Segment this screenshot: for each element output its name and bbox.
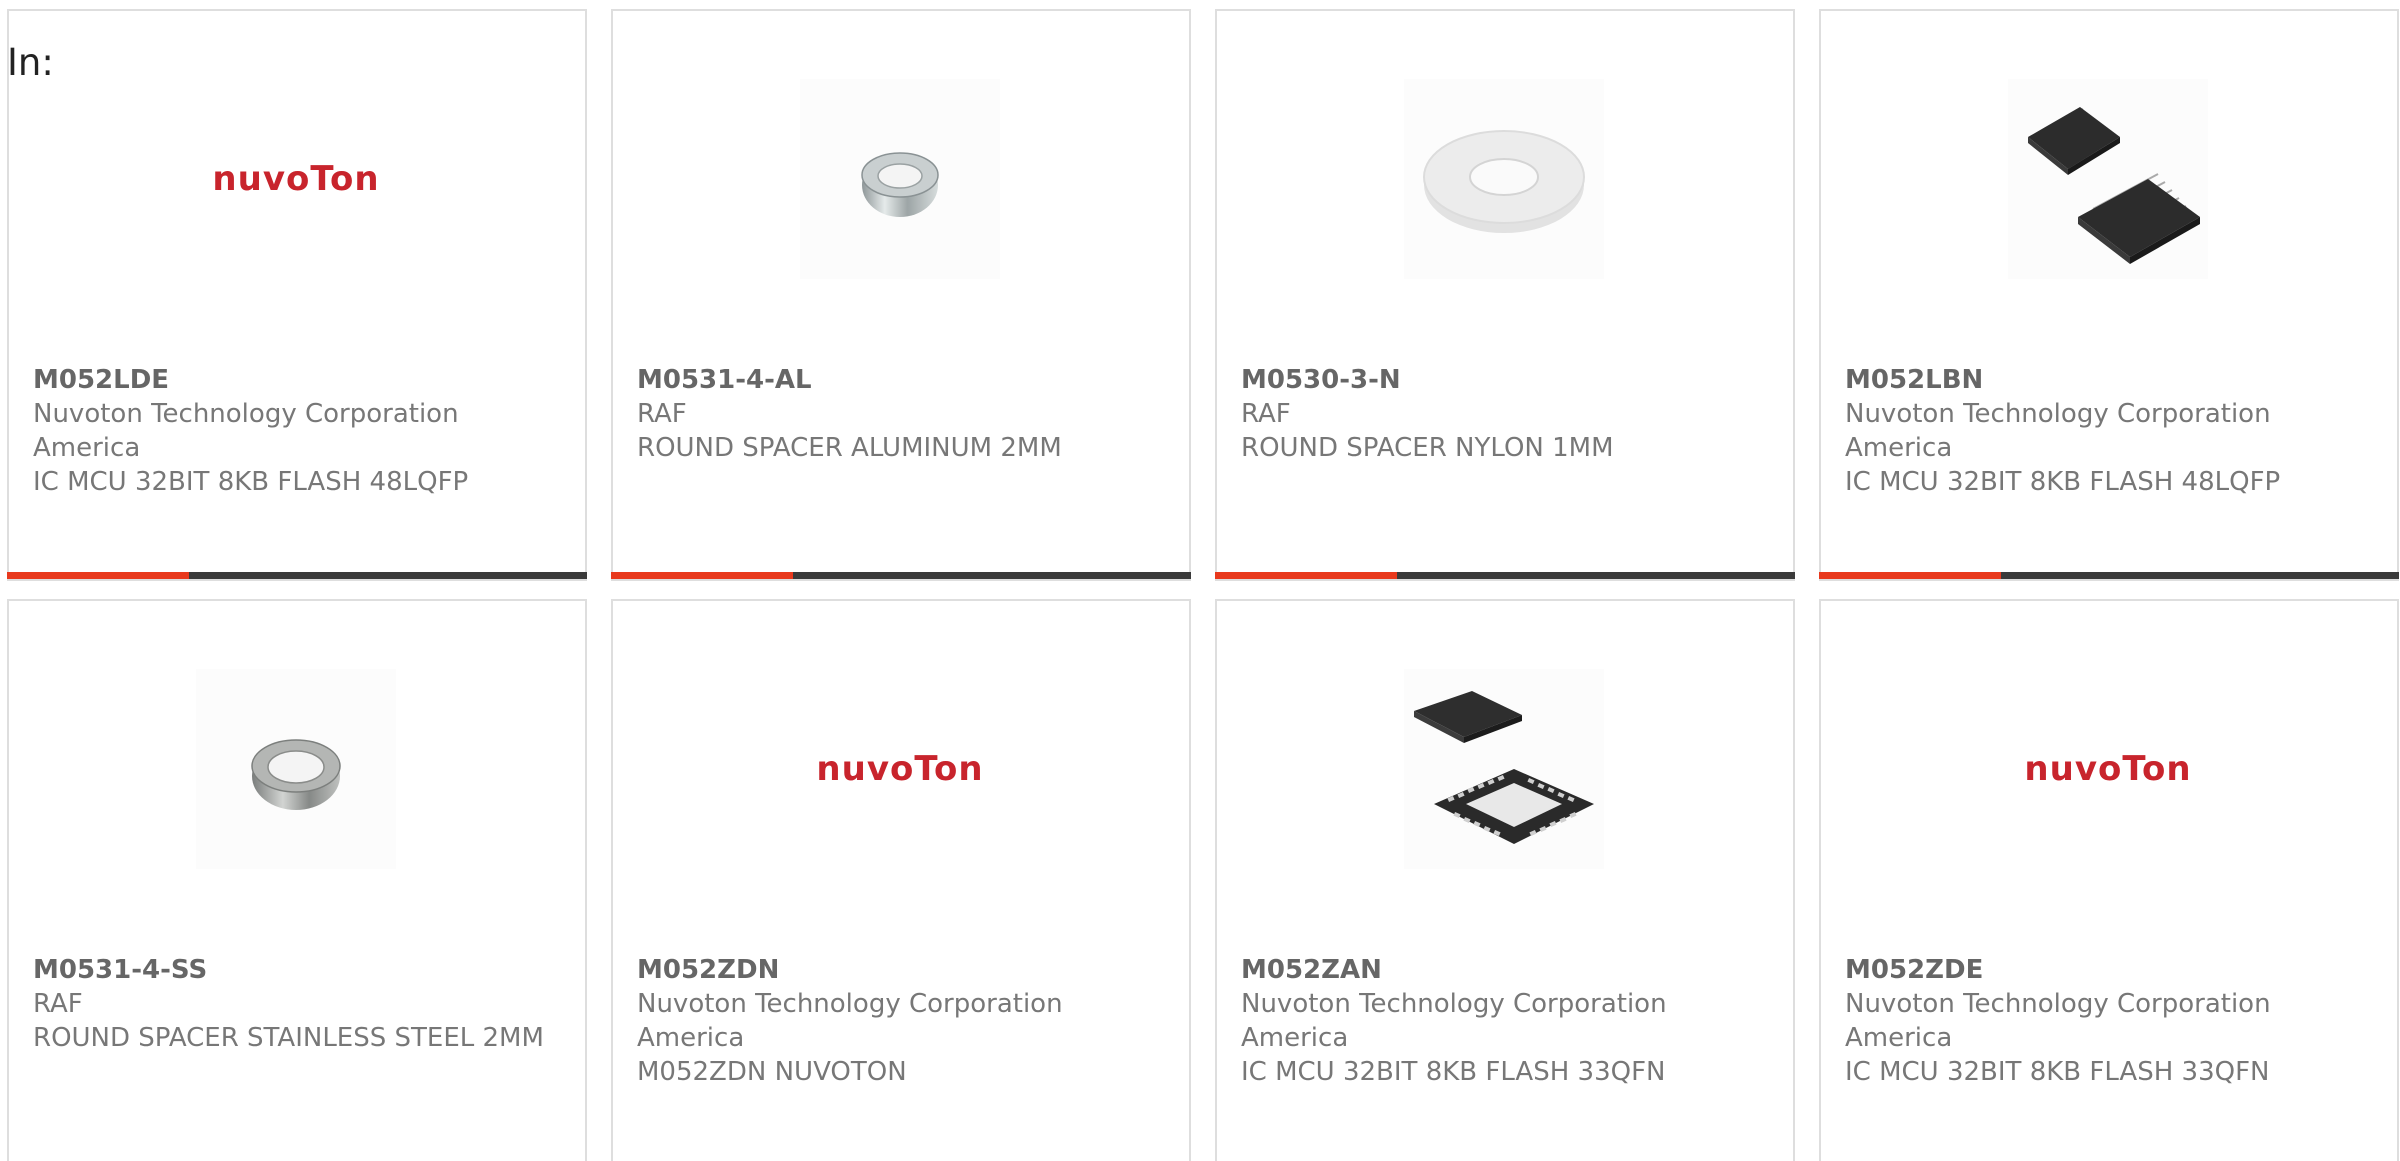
product-card[interactable]: M052LBN Nuvoton Technology Corporation A… (1819, 9, 2399, 581)
product-card[interactable]: nuvoTon M052ZDE Nuvoton Technology Corpo… (1819, 599, 2399, 1161)
nuvoton-logo: nuvoTon (212, 159, 380, 199)
description: ROUND SPACER STAINLESS STEEL 2MM (33, 1023, 544, 1053)
nylon-spacer-icon (1423, 130, 1585, 233)
manufacturer: RAF (637, 399, 687, 429)
part-number[interactable]: M052ZAN (1241, 953, 1761, 987)
product-card[interactable]: nuvoTon M052ZDN Nuvoton Technology Corpo… (611, 599, 1191, 1161)
product-card[interactable]: M0531-4-AL RAF ROUND SPACER ALUMINUM 2MM (611, 9, 1191, 581)
manufacturer: Nuvoton Technology Corporation America (33, 399, 459, 463)
product-image (800, 79, 1000, 279)
part-number[interactable]: M0531-4-AL (637, 363, 1157, 397)
product-card[interactable]: M052ZAN Nuvoton Technology Corporation A… (1215, 599, 1795, 1161)
card-accent-bar (7, 572, 587, 579)
manufacturer: Nuvoton Technology Corporation America (637, 989, 1063, 1053)
product-image (1404, 79, 1604, 279)
product-card[interactable]: nuvoTon M052LDE Nuvoton Technology Corpo… (7, 9, 587, 581)
product-image: nuvoTon (196, 79, 396, 279)
part-number[interactable]: M052LBN (1845, 363, 2365, 397)
manufacturer: Nuvoton Technology Corporation America (1845, 989, 2271, 1053)
description: ROUND SPACER ALUMINUM 2MM (637, 433, 1062, 463)
part-number[interactable]: M0531-4-SS (33, 953, 553, 987)
manufacturer: RAF (33, 989, 83, 1019)
product-image: nuvoTon (800, 669, 1000, 869)
filter-label: In: (7, 41, 54, 84)
product-card[interactable]: M0530-3-N RAF ROUND SPACER NYLON 1MM (1215, 9, 1795, 581)
product-image (1404, 669, 1604, 869)
part-number[interactable]: M052ZDE (1845, 953, 2365, 987)
manufacturer: Nuvoton Technology Corporation America (1241, 989, 1667, 1053)
qfn-chips-icon (1414, 691, 1594, 844)
manufacturer: Nuvoton Technology Corporation America (1845, 399, 2271, 463)
manufacturer: RAF (1241, 399, 1291, 429)
description: ROUND SPACER NYLON 1MM (1241, 433, 1614, 463)
card-accent-bar (1215, 572, 1795, 579)
card-accent-bar (611, 572, 1191, 579)
lqfp-chips-icon (2028, 107, 2200, 264)
part-number[interactable]: M0530-3-N (1241, 363, 1761, 397)
aluminum-spacer-icon (861, 152, 939, 217)
nuvoton-logo: nuvoTon (2024, 749, 2192, 789)
description: IC MCU 32BIT 8KB FLASH 33QFN (1241, 1057, 1666, 1087)
part-number[interactable]: M052LDE (33, 363, 553, 397)
product-image (2008, 79, 2208, 279)
steel-spacer-icon (251, 739, 341, 810)
product-image (196, 669, 396, 869)
description: IC MCU 32BIT 8KB FLASH 48LQFP (33, 467, 469, 497)
part-number[interactable]: M052ZDN (637, 953, 1157, 987)
description: M052ZDN NUVOTON (637, 1057, 907, 1087)
product-grid-page: In: nuvoTon M052LDE Nuvoton Technology C… (0, 0, 2400, 1161)
description: IC MCU 32BIT 8KB FLASH 33QFN (1845, 1057, 2270, 1087)
description: IC MCU 32BIT 8KB FLASH 48LQFP (1845, 467, 2281, 497)
product-image: nuvoTon (2008, 669, 2208, 869)
nuvoton-logo: nuvoTon (816, 749, 984, 789)
product-card[interactable]: M0531-4-SS RAF ROUND SPACER STAINLESS ST… (7, 599, 587, 1161)
card-accent-bar (1819, 572, 2399, 579)
